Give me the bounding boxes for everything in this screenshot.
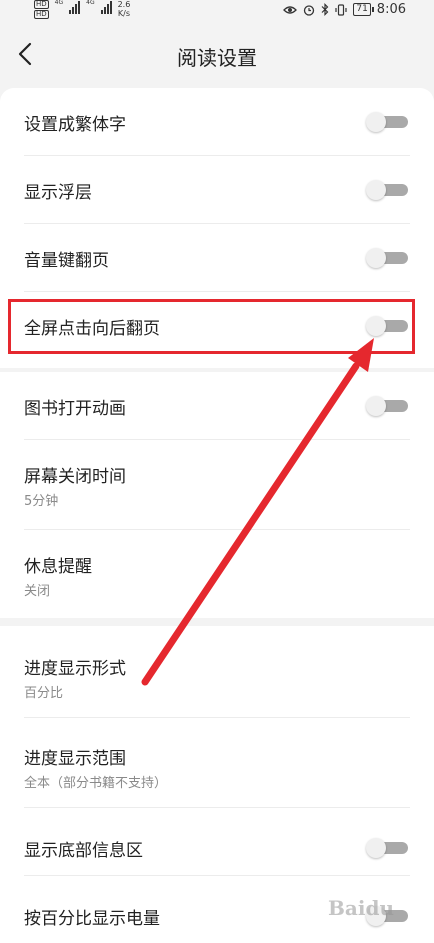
sim1-tag: HD bbox=[34, 0, 49, 9]
setting-row-bottom-info[interactable]: 显示底部信息区 bbox=[0, 808, 434, 876]
battery-icon: 71 bbox=[353, 3, 375, 16]
setting-value: 5分钟 bbox=[24, 494, 59, 509]
setting-label: 进度显示形式 bbox=[24, 659, 126, 679]
setting-row-rest-reminder[interactable]: 休息提醒 关闭 bbox=[0, 530, 434, 618]
alarm-icon bbox=[304, 4, 315, 16]
sim2-tag: HD bbox=[34, 10, 49, 19]
setting-value: 全本（部分书籍不支持） bbox=[24, 776, 168, 791]
setting-row-open-animation[interactable]: 图书打开动画 bbox=[0, 372, 434, 440]
floating-layer-toggle[interactable] bbox=[366, 180, 408, 200]
vibrate-icon bbox=[335, 3, 347, 16]
setting-value: 百分比 bbox=[24, 686, 64, 701]
setting-label: 休息提醒 bbox=[24, 557, 92, 577]
setting-label: 屏幕关闭时间 bbox=[24, 467, 126, 487]
setting-row-floating-layer[interactable]: 显示浮层 bbox=[0, 156, 434, 224]
volume-key-page-toggle[interactable] bbox=[366, 248, 408, 268]
sim-indicators: HD HD bbox=[34, 0, 49, 19]
setting-row-traditional-chinese[interactable]: 设置成繁体字 bbox=[0, 88, 434, 156]
network-type-1: 4G bbox=[54, 0, 64, 6]
settings-group-2: 图书打开动画 屏幕关闭时间 5分钟 休息提醒 关闭 bbox=[0, 372, 434, 618]
open-animation-toggle[interactable] bbox=[366, 396, 408, 416]
eye-icon bbox=[283, 5, 298, 14]
setting-row-volume-key-page[interactable]: 音量键翻页 bbox=[0, 224, 434, 292]
status-left: HD HD 4G 4G 2.6 K/s bbox=[34, 0, 130, 19]
bottom-info-toggle[interactable] bbox=[366, 838, 408, 858]
speed-unit: K/s bbox=[117, 9, 131, 18]
setting-value: 关闭 bbox=[24, 584, 51, 599]
setting-label: 图书打开动画 bbox=[24, 399, 126, 419]
setting-row-progress-range[interactable]: 进度显示范围 全本（部分书籍不支持） bbox=[0, 718, 434, 808]
setting-label: 按百分比显示电量 bbox=[24, 909, 160, 929]
bluetooth-icon bbox=[321, 3, 329, 16]
speed-value: 2.6 bbox=[117, 0, 131, 9]
setting-label: 显示底部信息区 bbox=[24, 841, 143, 861]
setting-row-screen-off-time[interactable]: 屏幕关闭时间 5分钟 bbox=[0, 440, 434, 530]
setting-label: 显示浮层 bbox=[24, 183, 92, 203]
traditional-chinese-toggle[interactable] bbox=[366, 112, 408, 132]
status-bar: HD HD 4G 4G 2.6 K/s 71 8:06 bbox=[0, 0, 434, 20]
setting-label: 进度显示范围 bbox=[24, 749, 126, 769]
signal-1-icon bbox=[69, 0, 81, 14]
status-right: 71 8:06 bbox=[283, 2, 406, 17]
baidu-watermark: Baidu bbox=[328, 896, 394, 920]
page-title: 阅读设置 bbox=[177, 46, 257, 70]
setting-row-progress-format[interactable]: 进度显示形式 百分比 bbox=[0, 626, 434, 718]
clock: 8:06 bbox=[376, 2, 406, 17]
header: 阅读设置 bbox=[0, 20, 434, 88]
setting-label: 音量键翻页 bbox=[24, 251, 109, 271]
setting-label: 设置成繁体字 bbox=[24, 115, 126, 135]
annotation-highlight-box bbox=[8, 299, 415, 354]
network-type-2: 4G bbox=[86, 0, 95, 6]
signal-2-icon bbox=[100, 0, 112, 14]
network-speed: 2.6 K/s bbox=[118, 0, 131, 18]
